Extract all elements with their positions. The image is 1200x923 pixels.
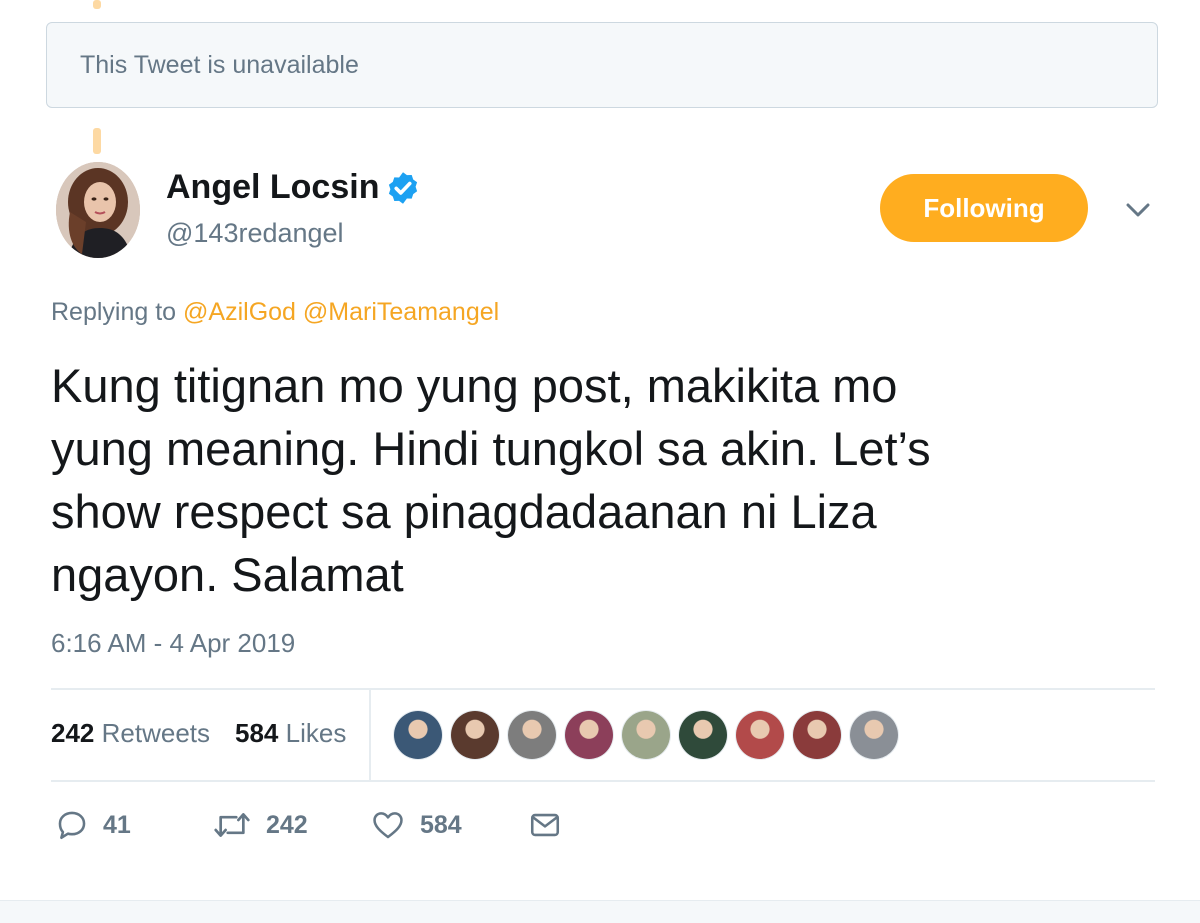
- tweet-text-line: Kung titignan mo yung post, makikita mo: [51, 359, 898, 412]
- reply-action[interactable]: 41: [55, 808, 131, 842]
- replying-to-line: Replying to @AzilGod @MariTeamangel: [51, 298, 499, 327]
- liker-avatar[interactable]: [736, 711, 784, 759]
- liker-avatar[interactable]: [850, 711, 898, 759]
- retweet-action[interactable]: 242: [212, 808, 308, 842]
- tweet-text-line: yung meaning. Hindi tungkol sa akin. Let…: [51, 422, 931, 475]
- tweet-text-line: ngayon. Salamat: [51, 548, 404, 601]
- divider: [51, 780, 1155, 782]
- thread-connector-line: [93, 0, 101, 9]
- liker-avatar[interactable]: [394, 711, 442, 759]
- heart-icon: [373, 812, 403, 839]
- like-action[interactable]: 584: [370, 808, 462, 842]
- divider: [51, 688, 1155, 690]
- direct-message-action[interactable]: [527, 808, 577, 842]
- mention-link[interactable]: @MariTeamangel: [303, 298, 499, 326]
- liker-avatar[interactable]: [451, 711, 499, 759]
- retweet-count: 242: [266, 810, 308, 839]
- liker-avatar[interactable]: [679, 711, 727, 759]
- avatar-photo: [56, 162, 140, 258]
- like-count: 584: [420, 810, 462, 839]
- liker-avatar[interactable]: [508, 711, 556, 759]
- likes-stat[interactable]: 584 Likes: [235, 718, 346, 749]
- liker-avatar[interactable]: [793, 711, 841, 759]
- liker-avatars: [394, 711, 907, 759]
- likes-count: 584: [235, 718, 279, 748]
- unavailable-text: This Tweet is unavailable: [80, 50, 359, 79]
- tweet-text: Kung titignan mo yung post, makikita mo …: [51, 354, 1131, 606]
- retweets-stat[interactable]: 242 Retweets: [51, 718, 210, 749]
- retweet-icon: [214, 813, 250, 837]
- stats-separator: [369, 690, 371, 780]
- mention-link[interactable]: @AzilGod: [183, 298, 296, 326]
- envelope-icon: [530, 813, 560, 837]
- following-button[interactable]: Following: [880, 174, 1088, 242]
- liker-avatar[interactable]: [565, 711, 613, 759]
- unavailable-tweet-notice: This Tweet is unavailable: [46, 22, 1158, 108]
- author-avatar[interactable]: [56, 162, 140, 258]
- tweet-text-line: show respect sa pinagdadaanan ni Liza: [51, 485, 877, 538]
- replying-to-label: Replying to: [51, 298, 177, 326]
- reply-icon: [58, 811, 86, 840]
- liker-avatar[interactable]: [622, 711, 670, 759]
- retweets-count: 242: [51, 718, 95, 748]
- tweet-timestamp[interactable]: 6:16 AM - 4 Apr 2019: [51, 628, 295, 659]
- page-bottom-bar: [0, 900, 1200, 923]
- retweets-label: Retweets: [101, 718, 211, 748]
- reply-count: 41: [103, 810, 131, 839]
- thread-connector-line: [93, 128, 101, 154]
- verified-badge-icon: [388, 172, 418, 204]
- chevron-down-icon[interactable]: [1124, 197, 1152, 223]
- author-display-name[interactable]: Angel Locsin: [166, 168, 379, 207]
- likes-label: Likes: [285, 718, 347, 748]
- author-handle[interactable]: @143redangel: [166, 218, 344, 249]
